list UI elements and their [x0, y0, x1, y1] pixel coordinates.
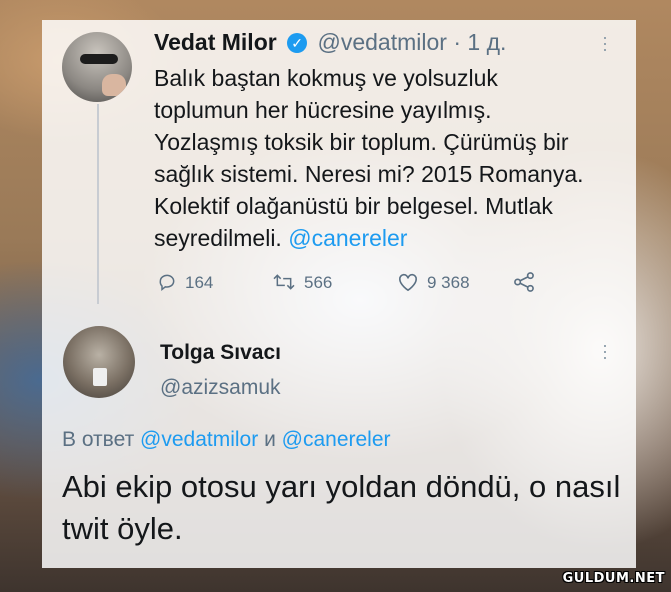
tweet-text-line: Balık baştan kokmuş ve yolsuzluk [154, 65, 498, 91]
more-vertical-icon[interactable]: · · · [600, 28, 610, 58]
retweet-button[interactable]: 566 [272, 272, 332, 293]
tweet-header: Vedat Milor ✓ @vedatmilor · 1 д. [154, 29, 506, 56]
watermark: GULDUM.NET [562, 571, 665, 586]
retweet-count: 566 [304, 273, 333, 292]
retweet-icon [273, 274, 295, 290]
tweet-text-line: Yozlaşmış toksik bir toplum. Çürümüş bir [154, 129, 569, 155]
reply-to-line: В ответ @vedatmilor и @canereler [62, 428, 391, 452]
tweet-text-line: toplumun her hücresine yayılmış. [154, 97, 492, 123]
tweet-text: Balık baştan kokmuş ve yolsuzluk toplumu… [154, 62, 624, 254]
reply-button[interactable]: 164 [157, 272, 213, 293]
share-icon [514, 272, 534, 292]
like-button[interactable]: 9 368 [397, 272, 470, 293]
timestamp[interactable]: 1 д. [467, 29, 506, 55]
hand-shape [102, 74, 126, 96]
verified-badge-icon: ✓ [287, 33, 308, 53]
reply-author-handle[interactable]: @azizsamuk [160, 376, 281, 400]
thread-connector [97, 104, 99, 304]
share-button[interactable] [513, 272, 543, 293]
avatar[interactable] [62, 32, 132, 102]
reply-author-name[interactable]: Tolga Sıvacı [160, 341, 281, 365]
cup-shape [93, 368, 107, 386]
reply-count: 164 [185, 273, 214, 292]
avatar[interactable] [63, 326, 135, 398]
tweet-text-line: sağlık sistemi. Neresi mi? 2015 Romanya. [154, 161, 584, 187]
tweet-text-line: Kolektif olağanüstü bir belgesel. Mutlak [154, 193, 553, 219]
author-handle[interactable]: @vedatmilor [317, 29, 446, 55]
heart-icon [399, 273, 417, 292]
reply-text: Abi ekip otosu yarı yoldan döndü, o nası… [62, 469, 621, 546]
more-vertical-icon[interactable]: · · · [600, 336, 610, 366]
mention-link[interactable]: @canereler [288, 225, 407, 251]
author-name[interactable]: Vedat Milor [154, 29, 277, 55]
reply-to-prefix: В ответ [62, 428, 135, 451]
dot-separator: · [453, 29, 461, 55]
mention-link[interactable]: @vedatmilor [140, 428, 258, 451]
sunglasses-shape [80, 54, 118, 64]
reply-to-conjunction: и [264, 428, 276, 451]
mention-link[interactable]: @canereler [282, 428, 391, 451]
tweet-text-line: seyredilmeli. [154, 225, 282, 251]
like-count: 9 368 [427, 273, 470, 292]
reply-icon [159, 274, 175, 292]
